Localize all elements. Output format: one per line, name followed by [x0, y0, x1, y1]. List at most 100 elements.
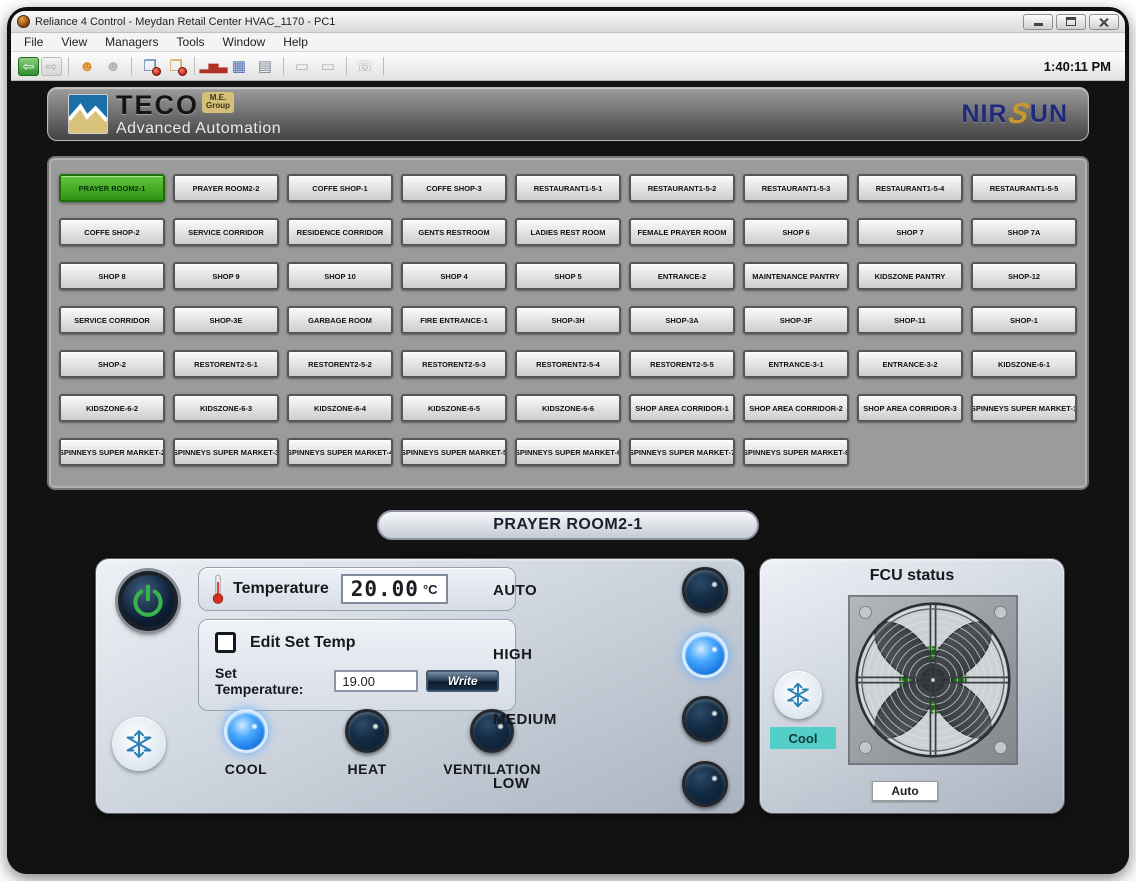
- back-icon[interactable]: ⇦: [18, 57, 39, 76]
- room-button[interactable]: SPINNEYS SUPER MARKET-2: [59, 438, 165, 466]
- menu-item[interactable]: Managers: [96, 34, 167, 50]
- room-button[interactable]: SHOP 10: [287, 262, 393, 290]
- room-button[interactable]: SHOP AREA CORRIDOR-2: [743, 394, 849, 422]
- room-button[interactable]: SHOP-3F: [743, 306, 849, 334]
- room-button[interactable]: SPINNEYS SUPER MARKET-8: [743, 438, 849, 466]
- separator[interactable]: [383, 57, 384, 75]
- room-button[interactable]: SHOP AREA CORRIDOR-1: [629, 394, 735, 422]
- room-button[interactable]: RESTAURANT1-5-2: [629, 174, 735, 202]
- room-button[interactable]: RESTAURANT1-5-5: [971, 174, 1077, 202]
- room-button[interactable]: RESTORENT2-5-2: [287, 350, 393, 378]
- room-button[interactable]: SHOP-3E: [173, 306, 279, 334]
- close-button[interactable]: [1089, 14, 1119, 30]
- room-button[interactable]: SHOP-1: [971, 306, 1077, 334]
- alarm-document-icon[interactable]: ❒: [138, 55, 162, 77]
- room-button[interactable]: KIDSZONE-6-2: [59, 394, 165, 422]
- room-button[interactable]: SHOP AREA CORRIDOR-3: [857, 394, 963, 422]
- separator[interactable]: [346, 57, 347, 75]
- print-preview-icon[interactable]: ▭: [316, 55, 340, 77]
- room-button[interactable]: GARBAGE ROOM: [287, 306, 393, 334]
- room-button[interactable]: KIDSZONE-6-3: [173, 394, 279, 422]
- high-speed-button[interactable]: [682, 632, 728, 678]
- room-button[interactable]: SHOP 5: [515, 262, 621, 290]
- room-button[interactable]: ENTRANCE-3-2: [857, 350, 963, 378]
- room-button[interactable]: ENTRANCE-3-1: [743, 350, 849, 378]
- room-button[interactable]: FIRE ENTRANCE-1: [401, 306, 507, 334]
- room-button[interactable]: FEMALE PRAYER ROOM: [629, 218, 735, 246]
- write-button[interactable]: Write: [426, 670, 499, 692]
- room-button[interactable]: SPINNEYS SUPER MARKET-3: [173, 438, 279, 466]
- room-button[interactable]: COFFE SHOP-3: [401, 174, 507, 202]
- room-button[interactable]: COFFE SHOP-2: [59, 218, 165, 246]
- room-button[interactable]: SHOP 6: [743, 218, 849, 246]
- maximize-button[interactable]: [1056, 14, 1086, 30]
- alarm-folder-icon[interactable]: ❐: [164, 55, 188, 77]
- minimize-button[interactable]: [1023, 14, 1053, 30]
- room-button[interactable]: KIDSZONE-6-4: [287, 394, 393, 422]
- medium-speed-button[interactable]: [682, 696, 728, 742]
- menu-item[interactable]: File: [15, 34, 52, 50]
- edit-set-temp-checkbox[interactable]: [215, 632, 236, 653]
- room-button[interactable]: RESTORENT2-5-1: [173, 350, 279, 378]
- room-button[interactable]: SPINNEYS SUPER MARKET-1: [971, 394, 1077, 422]
- user-logout-icon[interactable]: ☻: [101, 55, 125, 77]
- mode-buttons: COOL HEAT VENTILATION: [201, 709, 541, 777]
- room-button[interactable]: SERVICE CORRIDOR: [173, 218, 279, 246]
- room-button[interactable]: SHOP 7A: [971, 218, 1077, 246]
- power-button[interactable]: [118, 571, 178, 631]
- low-speed-button[interactable]: [682, 761, 728, 807]
- room-button[interactable]: KIDSZONE-6-5: [401, 394, 507, 422]
- set-temperature-input[interactable]: [334, 670, 418, 692]
- room-button[interactable]: RESTORENT2-5-5: [629, 350, 735, 378]
- room-button[interactable]: RESTORENT2-5-3: [401, 350, 507, 378]
- room-button[interactable]: SERVICE CORRIDOR: [59, 306, 165, 334]
- room-button[interactable]: RESTORENT2-5-4: [515, 350, 621, 378]
- data-table-icon[interactable]: ▦: [227, 55, 251, 77]
- separator[interactable]: [131, 57, 132, 75]
- room-button[interactable]: RESIDENCE CORRIDOR: [287, 218, 393, 246]
- menu-item[interactable]: Window: [214, 34, 275, 50]
- room-button[interactable]: PRAYER ROOM2-1: [59, 174, 165, 202]
- room-button[interactable]: PRAYER ROOM2-2: [173, 174, 279, 202]
- room-button[interactable]: GENTS RESTROOM: [401, 218, 507, 246]
- room-button[interactable]: RESTAURANT1-5-1: [515, 174, 621, 202]
- room-button[interactable]: RESTAURANT1-5-4: [857, 174, 963, 202]
- room-button[interactable]: SHOP-2: [59, 350, 165, 378]
- room-button[interactable]: SHOP-3A: [629, 306, 735, 334]
- room-button[interactable]: SPINNEYS SUPER MARKET-4: [287, 438, 393, 466]
- phone-icon[interactable]: ☏: [353, 55, 377, 77]
- room-button[interactable]: SHOP 7: [857, 218, 963, 246]
- room-button[interactable]: SHOP 4: [401, 262, 507, 290]
- separator[interactable]: [194, 57, 195, 75]
- room-button[interactable]: SPINNEYS SUPER MARKET-7: [629, 438, 735, 466]
- trends-chart-icon[interactable]: ▂▅▃: [201, 55, 225, 77]
- cool-mode-button[interactable]: [224, 709, 268, 753]
- auto-speed-button[interactable]: [682, 567, 728, 613]
- control-panel: Temperature 20.00 °C Edit Set Temp Set T…: [95, 558, 745, 814]
- separator[interactable]: [283, 57, 284, 75]
- room-button[interactable]: SPINNEYS SUPER MARKET-5: [401, 438, 507, 466]
- room-button[interactable]: ENTRANCE-2: [629, 262, 735, 290]
- user-login-icon[interactable]: ☻: [75, 55, 99, 77]
- room-button[interactable]: SHOP 8: [59, 262, 165, 290]
- room-button[interactable]: COFFE SHOP-1: [287, 174, 393, 202]
- room-button[interactable]: LADIES REST ROOM: [515, 218, 621, 246]
- room-button[interactable]: KIDSZONE PANTRY: [857, 262, 963, 290]
- heat-mode-button[interactable]: [345, 709, 389, 753]
- room-button[interactable]: RESTAURANT1-5-3: [743, 174, 849, 202]
- room-button[interactable]: SHOP-12: [971, 262, 1077, 290]
- room-button[interactable]: SHOP-3H: [515, 306, 621, 334]
- forward-icon[interactable]: ⇨: [41, 57, 62, 76]
- menu-item[interactable]: Help: [274, 34, 317, 50]
- room-button[interactable]: SHOP-11: [857, 306, 963, 334]
- room-button[interactable]: KIDSZONE-6-6: [515, 394, 621, 422]
- separator[interactable]: [68, 57, 69, 75]
- report-icon[interactable]: ▤: [253, 55, 277, 77]
- menu-item[interactable]: Tools: [168, 34, 214, 50]
- room-button[interactable]: KIDSZONE-6-1: [971, 350, 1077, 378]
- print-icon[interactable]: ▭: [290, 55, 314, 77]
- room-button[interactable]: SPINNEYS SUPER MARKET-6: [515, 438, 621, 466]
- room-button[interactable]: MAINTENANCE PANTRY: [743, 262, 849, 290]
- room-button[interactable]: SHOP 9: [173, 262, 279, 290]
- menu-item[interactable]: View: [52, 34, 96, 50]
